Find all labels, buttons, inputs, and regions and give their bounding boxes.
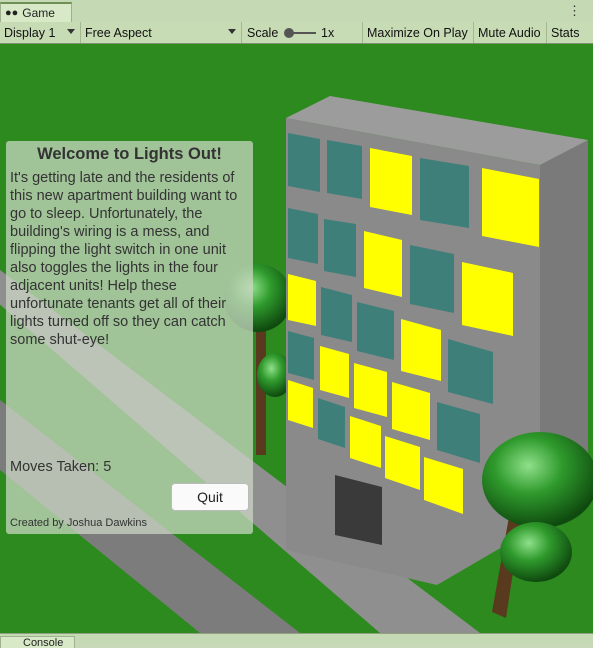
tree-canopy	[482, 432, 593, 528]
scale-slider-knob[interactable]	[284, 28, 294, 38]
tab-console-label: Console	[23, 637, 64, 648]
tab-console[interactable]: Console	[0, 636, 75, 648]
mute-label: Mute Audio	[478, 25, 541, 40]
panel-instructions: It's getting late and the residents of t…	[10, 170, 238, 348]
chevron-down-icon	[228, 29, 236, 34]
credit-text: Created by Joshua Dawkins	[10, 517, 147, 529]
tab-bar: ●● Game ⋮	[0, 0, 593, 23]
building-door	[335, 475, 382, 545]
kebab-menu-icon[interactable]: ⋮	[568, 3, 581, 19]
stats-label: Stats	[551, 25, 580, 40]
aspect-dropdown-label: Free Aspect	[85, 25, 152, 40]
chevron-down-icon	[67, 29, 75, 34]
tab-game-label: Game	[22, 6, 55, 20]
panel-title: Welcome to Lights Out!	[37, 145, 222, 163]
moves-counter: Moves Taken: 5	[10, 459, 112, 475]
aspect-dropdown[interactable]: Free Aspect	[81, 22, 242, 43]
tab-game[interactable]: ●● Game	[0, 2, 72, 22]
game-viewport[interactable]: Welcome to Lights Out! It's getting late…	[0, 44, 593, 633]
scale-label: Scale	[247, 25, 279, 40]
display-dropdown-label: Display 1	[4, 25, 56, 40]
gamepad-icon: ●●	[5, 7, 19, 19]
welcome-panel: Welcome to Lights Out! It's getting late…	[6, 141, 253, 534]
display-dropdown[interactable]: Display 1	[0, 22, 81, 43]
quit-button[interactable]: Quit	[171, 483, 249, 511]
mute-audio-toggle[interactable]: Mute Audio	[474, 22, 547, 43]
tree-canopy	[500, 522, 572, 582]
stats-toggle[interactable]: Stats	[547, 22, 593, 43]
bottom-tab-bar	[0, 633, 593, 646]
scale-value: 1x	[321, 25, 335, 40]
maximize-label: Maximize On Play	[367, 25, 468, 40]
maximize-on-play-toggle[interactable]: Maximize On Play	[363, 22, 474, 43]
